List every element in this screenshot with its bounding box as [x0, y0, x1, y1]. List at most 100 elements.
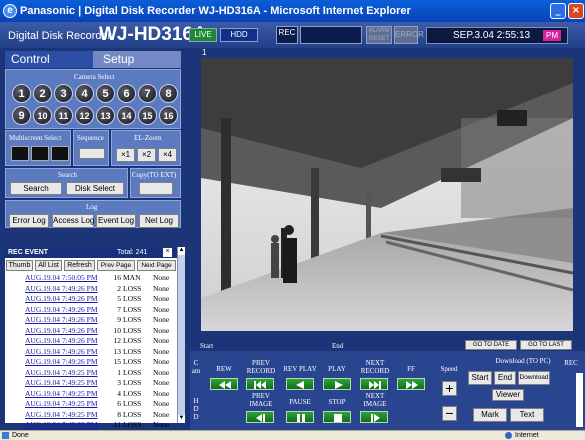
table-row[interactable]: AUG.19.04 7:49:26 PM 5 LOSS None — [5, 294, 177, 305]
camera-16-button[interactable]: 16 — [159, 106, 178, 125]
play-button[interactable] — [323, 378, 351, 390]
close-icon[interactable]: × — [568, 3, 584, 19]
camera-5-button[interactable]: 5 — [96, 84, 115, 103]
table-row[interactable]: AUG.19.04 7:50:05 PM 16 MAN None — [5, 273, 177, 284]
nine-screen-icon[interactable] — [31, 146, 49, 161]
sixteen-screen-icon[interactable] — [51, 146, 69, 161]
prev-record-button[interactable] — [246, 378, 274, 390]
text-button[interactable]: Text — [510, 408, 544, 422]
table-row[interactable]: AUG.19.04 7:49:26 PM 10 LOSS None — [5, 326, 177, 337]
zoom-x2-button[interactable]: ×2 — [137, 148, 156, 162]
event-date-link[interactable]: AUG.19.04 7:49:26 PM — [25, 294, 98, 305]
goto-last-button[interactable]: GO TO LAST — [520, 340, 572, 350]
end-button[interactable]: End — [494, 371, 516, 385]
next-record-button[interactable] — [360, 378, 388, 390]
event-date-link[interactable]: AUG.19.04 7:49:26 PM — [25, 326, 98, 337]
tab-setup[interactable]: Setup — [93, 51, 181, 68]
event-date-link[interactable]: AUG.19.04 7:49:25 PM — [25, 368, 98, 379]
mark-button[interactable]: Mark — [473, 408, 507, 422]
event-log-button[interactable]: Event Log — [96, 214, 136, 228]
event-date-link[interactable]: AUG.19.04 7:49:26 PM — [25, 284, 98, 295]
next-page-button[interactable]: Next Page — [137, 260, 176, 271]
camera-2-button[interactable]: 2 — [33, 84, 52, 103]
rec-scrollbar[interactable] — [576, 373, 583, 427]
stop-button[interactable] — [323, 411, 351, 423]
transport-controls: C am H D D REW PREV RECORD REV PLAY PLAY… — [190, 351, 585, 430]
zoom-x1-button[interactable]: ×1 — [116, 148, 135, 162]
table-row[interactable]: AUG.19.04 7:49:26 PM 13 LOSS None — [5, 347, 177, 358]
camera-3-button[interactable]: 3 — [54, 84, 73, 103]
table-row[interactable]: AUG.19.04 7:49:26 PM 12 LOSS None — [5, 336, 177, 347]
alarm-reset-button[interactable]: ALARM RESET — [366, 26, 392, 44]
close-icon[interactable]: × — [163, 248, 172, 257]
event-date-link[interactable]: AUG.19.04 7:49:25 PM — [25, 410, 98, 421]
camera-11-button[interactable]: 11 — [54, 106, 73, 125]
camera-1-button[interactable]: 1 — [12, 84, 31, 103]
event-date-link[interactable]: AUG.19.04 7:49:26 PM — [25, 357, 98, 368]
scroll-down-icon[interactable]: ▼ — [178, 415, 185, 423]
event-status: None — [153, 346, 170, 356]
event-date-link[interactable]: AUG.19.04 7:49:26 PM — [25, 347, 98, 358]
minimize-icon[interactable]: _ — [550, 3, 566, 19]
copy-button[interactable] — [139, 182, 173, 195]
goto-date-button[interactable]: GO TO DATE — [465, 340, 517, 350]
prev-image-button[interactable] — [246, 411, 274, 423]
event-date-link[interactable]: AUG.19.04 7:49:25 PM — [25, 389, 98, 400]
event-date-link[interactable]: AUG.19.04 7:49:26 PM — [25, 305, 98, 316]
viewer-button[interactable]: Viewer — [492, 389, 524, 401]
rec-indicator: REC — [276, 26, 298, 44]
download-button[interactable]: Download — [518, 371, 550, 385]
event-date-link[interactable]: AUG.19.04 7:49:25 PM — [25, 378, 98, 389]
disk-select-button[interactable]: Disk Select — [66, 182, 124, 195]
table-row[interactable]: AUG.19.04 7:49:26 PM 15 LOSS None — [5, 357, 177, 368]
all-list-button[interactable]: All List — [35, 260, 62, 271]
tab-control[interactable]: Control — [5, 51, 93, 68]
next-image-button[interactable] — [360, 411, 388, 423]
thumb-button[interactable]: Thumb — [6, 260, 33, 271]
event-channel: 5 — [117, 294, 121, 303]
search-button[interactable]: Search — [10, 182, 62, 195]
camera-9-button[interactable]: 9 — [12, 106, 31, 125]
access-log-button[interactable]: Access Log — [52, 214, 94, 228]
table-row[interactable]: AUG.19.04 7:49:26 PM 9 LOSS None — [5, 315, 177, 326]
error-log-button[interactable]: Error Log — [9, 214, 49, 228]
camera-10-button[interactable]: 10 — [33, 106, 52, 125]
camera-4-button[interactable]: 4 — [75, 84, 94, 103]
table-row[interactable]: AUG.19.04 7:49:25 PM 11 LOSS None — [5, 420, 177, 431]
start-button[interactable]: Start — [468, 371, 492, 385]
camera-15-button[interactable]: 15 — [138, 106, 157, 125]
table-row[interactable]: AUG.19.04 7:49:25 PM 4 LOSS None — [5, 389, 177, 400]
event-channel: 16 — [113, 273, 122, 282]
camera-13-button[interactable]: 13 — [96, 106, 115, 125]
table-row[interactable]: AUG.19.04 7:49:26 PM 7 LOSS None — [5, 305, 177, 316]
camera-7-button[interactable]: 7 — [138, 84, 157, 103]
quad-screen-icon[interactable] — [11, 146, 29, 161]
net-log-button[interactable]: Net Log — [139, 214, 179, 228]
scroll-up-icon[interactable]: ▲ — [178, 247, 185, 255]
event-date-link[interactable]: AUG.19.04 7:49:26 PM — [25, 336, 98, 347]
event-date-link[interactable]: AUG.19.04 7:49:25 PM — [25, 399, 98, 410]
prev-page-button[interactable]: Prev Page — [97, 260, 135, 271]
event-date-link[interactable]: AUG.19.04 7:50:05 PM — [25, 273, 98, 284]
ff-button[interactable] — [397, 378, 425, 390]
refresh-button[interactable]: Refresh — [64, 260, 95, 271]
sequence-button[interactable] — [79, 148, 105, 159]
speed-down-button[interactable]: − — [442, 406, 457, 421]
camera-6-button[interactable]: 6 — [117, 84, 136, 103]
table-row[interactable]: AUG.19.04 7:49:26 PM 2 LOSS None — [5, 284, 177, 295]
speed-up-button[interactable]: + — [442, 381, 457, 396]
camera-8-button[interactable]: 8 — [159, 84, 178, 103]
table-row[interactable]: AUG.19.04 7:49:25 PM 8 LOSS None — [5, 410, 177, 421]
rev-play-button[interactable] — [286, 378, 314, 390]
event-date-link[interactable]: AUG.19.04 7:49:26 PM — [25, 315, 98, 326]
event-list-scrollbar[interactable]: ▲ ▼ — [177, 247, 185, 423]
event-date-link[interactable]: AUG.19.04 7:49:25 PM — [25, 420, 98, 431]
table-row[interactable]: AUG.19.04 7:49:25 PM 3 LOSS None — [5, 378, 177, 389]
pause-button[interactable] — [286, 411, 314, 423]
camera-14-button[interactable]: 14 — [117, 106, 136, 125]
camera-12-button[interactable]: 12 — [75, 106, 94, 125]
table-row[interactable]: AUG.19.04 7:49:25 PM 6 LOSS None — [5, 399, 177, 410]
rew-button[interactable] — [210, 378, 238, 390]
table-row[interactable]: AUG.19.04 7:49:25 PM 1 LOSS None — [5, 368, 177, 379]
zoom-x4-button[interactable]: ×4 — [158, 148, 177, 162]
